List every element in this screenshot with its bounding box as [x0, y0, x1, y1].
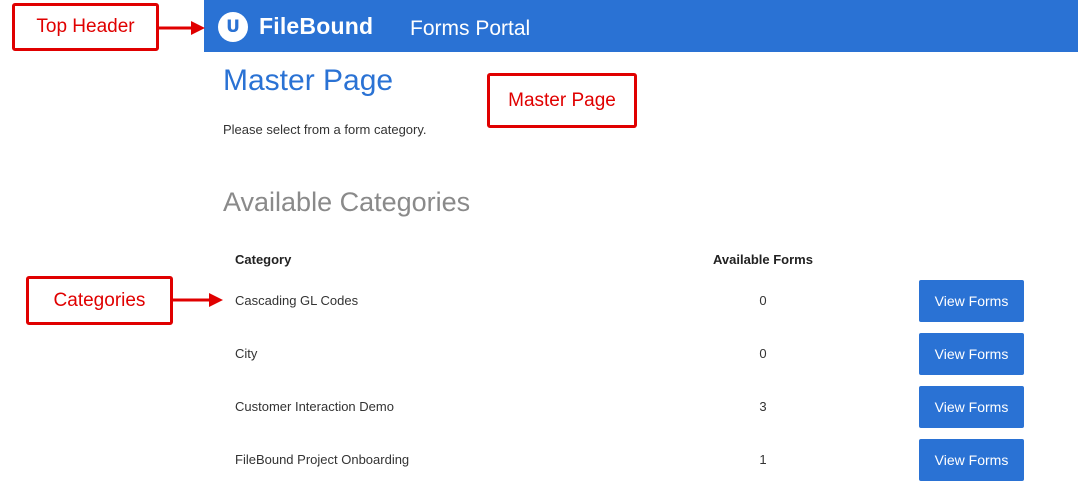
form-count: 0	[759, 346, 767, 361]
form-count: 1	[759, 452, 767, 467]
category-name: City	[235, 346, 258, 361]
logo-letter: U	[226, 17, 240, 37]
arrow-right-icon	[159, 21, 205, 35]
category-name: Cascading GL Codes	[235, 293, 359, 308]
table-row: Customer Interaction Demo 3 View Forms	[0, 386, 1078, 428]
top-header: U FileBound Forms Portal	[204, 0, 1078, 52]
category-name: FileBound Project Onboarding	[235, 452, 410, 467]
view-forms-button[interactable]: View Forms	[919, 439, 1024, 481]
section-title: Available Categories	[223, 187, 471, 217]
arrow-right-icon	[173, 293, 223, 307]
form-count: 0	[759, 293, 767, 308]
brand-name[interactable]: FileBound	[259, 13, 373, 40]
page-title: Master Page	[223, 64, 394, 97]
annotation-categories: Categories	[26, 276, 173, 325]
category-name: Customer Interaction Demo	[235, 399, 394, 414]
table-row: City 0 View Forms	[0, 333, 1078, 375]
annotation-top-header: Top Header	[12, 3, 159, 51]
view-forms-button[interactable]: View Forms	[919, 280, 1024, 322]
column-header-category: Category	[235, 252, 292, 267]
table-row: FileBound Project Onboarding 1 View Form…	[0, 439, 1078, 481]
intro-text: Please select from a form category.	[223, 122, 427, 137]
column-header-available-forms: Available Forms	[713, 252, 813, 267]
annotation-master-page: Master Page	[487, 73, 637, 128]
portal-title[interactable]: Forms Portal	[410, 17, 530, 41]
view-forms-button[interactable]: View Forms	[919, 333, 1024, 375]
form-count: 3	[759, 399, 767, 414]
view-forms-button[interactable]: View Forms	[919, 386, 1024, 428]
filebound-logo-icon[interactable]: U	[218, 12, 248, 42]
